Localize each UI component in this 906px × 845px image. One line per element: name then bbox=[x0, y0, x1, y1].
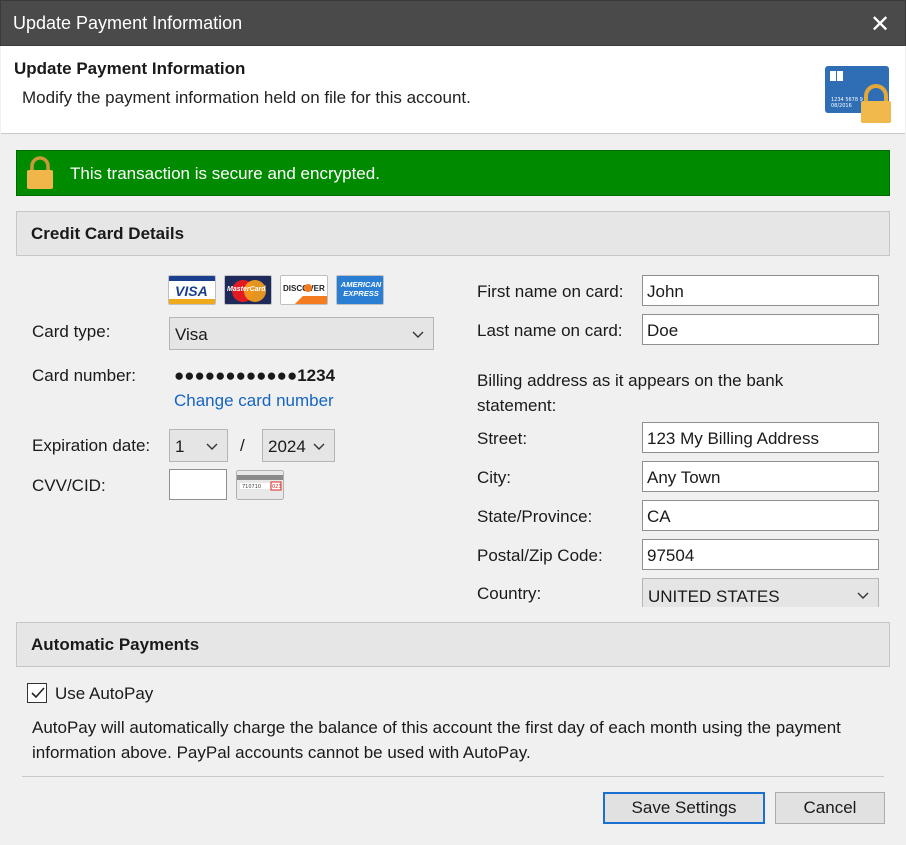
change-card-number-link[interactable]: Change card number bbox=[174, 391, 334, 411]
expiration-separator: / bbox=[240, 436, 245, 455]
visa-logo: VISA bbox=[168, 275, 216, 305]
secure-text: This transaction is secure and encrypted… bbox=[70, 164, 380, 183]
zip-value: 97504 bbox=[647, 546, 695, 565]
chevron-down-icon bbox=[412, 331, 424, 338]
cvv-hint-code: 023 bbox=[272, 484, 282, 490]
lock-icon bbox=[27, 156, 53, 189]
street-value: 123 My Billing Address bbox=[647, 429, 819, 448]
first-name-input[interactable]: John bbox=[642, 275, 879, 306]
mastercard-logo: MasterCard bbox=[224, 275, 272, 305]
amex-logo: AMERICAN EXPRESS bbox=[336, 275, 384, 305]
card-number-value: ●●●●●●●●●●●●1234 bbox=[174, 366, 336, 385]
state-input[interactable]: CA bbox=[642, 500, 879, 531]
last-name-input[interactable]: Doe bbox=[642, 314, 879, 345]
street-label: Street: bbox=[477, 429, 528, 448]
first-name-value: John bbox=[647, 282, 684, 301]
city-label: City: bbox=[477, 468, 511, 487]
checkmark-icon bbox=[31, 687, 45, 699]
header-subtitle: Modify the payment information held on f… bbox=[22, 88, 471, 107]
expiration-date-label: Expiration date: bbox=[32, 436, 151, 455]
close-button[interactable]: ✕ bbox=[855, 1, 905, 47]
footer-divider bbox=[22, 776, 884, 777]
dialog-header: Update Payment Information Modify the pa… bbox=[1, 46, 905, 134]
autopay-checkbox[interactable] bbox=[27, 683, 47, 703]
expiration-year-value: 2024 bbox=[268, 437, 306, 456]
credit-card-section-header: Credit Card Details bbox=[16, 211, 890, 256]
zip-label: Postal/Zip Code: bbox=[477, 546, 603, 565]
expiration-month-value: 1 bbox=[175, 437, 185, 456]
autopay-checkbox-label[interactable]: Use AutoPay bbox=[55, 684, 153, 704]
secure-banner: This transaction is secure and encrypted… bbox=[16, 150, 890, 196]
title-bar: Update Payment Information ✕ bbox=[0, 0, 906, 46]
expiration-month-select[interactable]: 1 bbox=[169, 429, 228, 462]
city-value: Any Town bbox=[647, 468, 721, 487]
street-input[interactable]: 123 My Billing Address bbox=[642, 422, 879, 453]
last-name-label: Last name on card: bbox=[477, 321, 623, 340]
cancel-button[interactable]: Cancel bbox=[775, 792, 885, 824]
card-type-select[interactable]: Visa bbox=[169, 317, 434, 350]
card-number-label: Card number: bbox=[32, 366, 136, 385]
state-label: State/Province: bbox=[477, 507, 593, 526]
cvv-label: CVV/CID: bbox=[32, 476, 106, 495]
cvv-hint-icon: 710710 023 bbox=[236, 470, 284, 500]
close-icon: ✕ bbox=[869, 10, 891, 38]
cvv-input[interactable] bbox=[169, 469, 227, 500]
city-input[interactable]: Any Town bbox=[642, 461, 879, 492]
country-value: UNITED STATES bbox=[648, 587, 780, 606]
last-name-value: Doe bbox=[647, 321, 679, 340]
cvv-hint-digits: 710710 bbox=[242, 484, 261, 490]
autopay-description: AutoPay will automatically charge the ba… bbox=[32, 718, 841, 762]
header-title: Update Payment Information bbox=[14, 59, 246, 78]
country-label: Country: bbox=[477, 584, 542, 603]
card-expiry-preview: 08/2016 bbox=[831, 103, 852, 109]
expiration-year-select[interactable]: 2024 bbox=[262, 429, 335, 462]
autopay-section-title: Automatic Payments bbox=[31, 635, 200, 654]
billing-address-note: Billing address as it appears on the ban… bbox=[477, 371, 784, 415]
window-title: Update Payment Information bbox=[13, 13, 243, 33]
discover-logo: DISCOVER bbox=[280, 275, 328, 305]
card-type-value: Visa bbox=[175, 325, 208, 344]
chevron-down-icon bbox=[313, 443, 325, 450]
credit-card-section-title: Credit Card Details bbox=[31, 224, 185, 243]
card-type-label: Card type: bbox=[32, 322, 111, 341]
credit-card-lock-icon: 1234 5678 9 08/2016 bbox=[825, 66, 891, 123]
autopay-section-header: Automatic Payments bbox=[16, 622, 890, 667]
first-name-label: First name on card: bbox=[477, 282, 624, 301]
state-value: CA bbox=[647, 507, 671, 526]
save-settings-button[interactable]: Save Settings bbox=[603, 792, 765, 824]
country-select[interactable]: UNITED STATES bbox=[642, 578, 879, 607]
accepted-cards: VISA MasterCard DISCOVER AMERICAN EXPRES… bbox=[168, 275, 384, 305]
zip-input[interactable]: 97504 bbox=[642, 539, 879, 570]
chevron-down-icon bbox=[857, 592, 869, 599]
chevron-down-icon bbox=[206, 443, 218, 450]
